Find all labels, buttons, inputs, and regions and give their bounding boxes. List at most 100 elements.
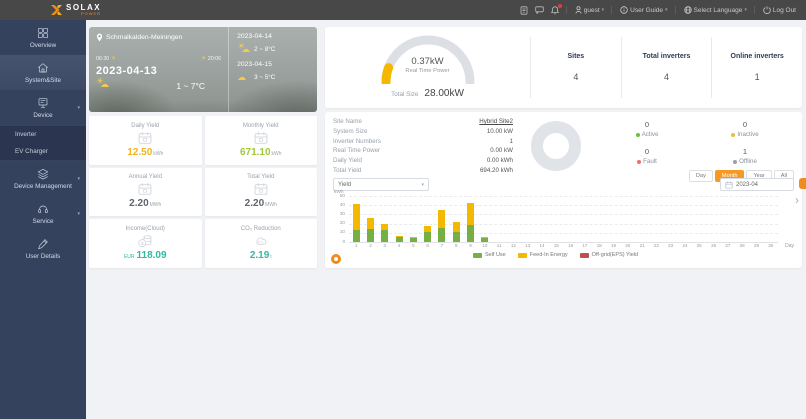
sidebar-subitem-inverter[interactable]: Inverter — [0, 126, 86, 143]
chart-bar-segment — [366, 229, 374, 242]
notification-bell-icon[interactable] — [550, 3, 562, 15]
forecast-temp: 2 ~ 8°C — [254, 45, 276, 53]
sidebar-subitem-ev-charger[interactable]: EV Charger — [0, 143, 86, 160]
chart-action-button[interactable] — [331, 254, 341, 264]
yield-card[interactable]: Total Yield 2.20MWh — [204, 167, 317, 217]
x-axis-tick: 13 — [525, 243, 531, 248]
real-time-power-label: Real Time Power — [405, 68, 450, 74]
x-axis-tick: 17 — [582, 243, 588, 248]
y-axis-tick: 50 — [339, 192, 345, 198]
x-axis-tick: 24 — [682, 243, 688, 248]
fleet-stat-label: Online inverters — [730, 53, 784, 60]
main-content: Schmalkalden-Meiningen 06:30 ☀ ☀ 20:06 2… — [86, 20, 806, 419]
yield-card-unit: MWh — [265, 202, 277, 209]
chart-bar[interactable] — [395, 235, 403, 242]
chart-bar-segment — [452, 221, 460, 232]
chart-bar[interactable] — [481, 237, 489, 242]
sidebar-item-system-site[interactable]: System&Site — [0, 55, 86, 90]
sidebar-item-device-management[interactable]: Device Management ▾ — [0, 161, 86, 196]
status-grid: 0 Active 0 Inactive 0 Fault 1 Offline — [598, 117, 794, 165]
solax-x-icon — [51, 5, 62, 15]
status-label: Offline — [739, 158, 757, 165]
chart-bar-slot — [706, 196, 720, 242]
status-donut-chart — [530, 121, 581, 171]
status-dot — [733, 159, 738, 164]
chart-bar[interactable] — [409, 236, 417, 242]
weather-card: Schmalkalden-Meiningen 06:30 ☀ ☀ 20:06 2… — [89, 27, 317, 112]
device-icon — [37, 97, 49, 109]
x-axis-tick: 20 — [625, 243, 631, 248]
yield-card[interactable]: Annual Yield 2.20MWh — [89, 167, 202, 217]
chart-bar-segment — [381, 230, 389, 242]
chart-bar-slot — [406, 196, 420, 242]
yield-card[interactable]: Income(Cloud) $ EUR 118.09 — [89, 219, 202, 268]
user-guide-menu[interactable]: User Guide ▾ — [611, 6, 668, 14]
yield-card-unit: t — [270, 254, 272, 261]
chart-plot-area — [349, 196, 778, 243]
chart-bar[interactable] — [438, 209, 446, 242]
user-details-icon — [37, 238, 49, 250]
x-axis-tick: 16 — [568, 243, 574, 248]
sidebar-item-label: Device — [33, 112, 53, 119]
site-detail-label: Inverter Numbers — [333, 137, 381, 145]
sidebar-item-overview[interactable]: Overview — [0, 20, 86, 55]
forecast-date: 2023-04-14 — [237, 33, 272, 40]
metric-select[interactable]: Yield ▾ — [333, 178, 429, 191]
chart-bar[interactable] — [452, 221, 460, 242]
date-picker[interactable]: 2023-04 — [720, 178, 794, 191]
y-axis-tick: 10 — [339, 229, 345, 235]
yield-card-label: Total Yield — [247, 174, 275, 181]
chart-bar-slot — [749, 196, 763, 242]
notification-badge — [557, 3, 562, 8]
x-axis-tick: 5 — [412, 243, 415, 248]
chart-bar[interactable] — [352, 204, 360, 242]
real-time-power-value: 0.37kW — [411, 56, 444, 67]
chart-bar-segment — [467, 225, 475, 242]
sunrise: 06:30 ☀ — [96, 56, 117, 62]
date-picker-value: 2023-04 — [736, 181, 759, 188]
site-details: Site Name Hybrid Site2 System Size 10.00 kW… — [333, 117, 513, 175]
sidebar-item-service[interactable]: Service ▾ — [0, 196, 86, 231]
power-panel: 0.37kW Real Time Power Total Size 28.00k… — [325, 27, 802, 108]
weather-today-date: 2023-04-13 — [96, 65, 158, 77]
chart-bar[interactable] — [366, 218, 374, 242]
yield-card[interactable]: CO₂ Reduction CO₂ 2.19t — [204, 219, 317, 268]
site-name-link[interactable]: Hybrid Site2 — [479, 118, 513, 125]
document-icon[interactable] — [520, 5, 528, 15]
chart-bar-slot — [420, 196, 434, 242]
yield-card-number: 118.09 — [136, 250, 167, 262]
chart-bar-segment — [352, 230, 360, 242]
sidebar-item-device[interactable]: Device ▾ — [0, 90, 86, 125]
x-axis-tick: 1 — [354, 243, 358, 248]
period-button-day[interactable]: Day — [688, 170, 713, 182]
logout-button[interactable]: Log Out — [753, 6, 796, 14]
chart-bar-slot — [735, 196, 749, 242]
legend-swatch — [517, 252, 527, 258]
real-time-power-gauge: 0.37kW Real Time Power Total Size 28.00k… — [325, 27, 530, 108]
site-donut-wrap — [513, 117, 598, 175]
x-axis-tick: 25 — [696, 243, 702, 248]
status-label-row: Active — [598, 131, 696, 138]
yield-card[interactable]: Daily Yield 12.50kWh — [89, 116, 202, 165]
chevron-down-icon: ▾ — [601, 7, 605, 13]
sunset: ☀ 20:06 — [200, 56, 222, 62]
chart-bar[interactable] — [424, 225, 432, 242]
x-axis-tick: 8 — [454, 243, 458, 248]
yield-cards-grid: Daily Yield 12.50kWh Monthly Yield 671.10kW… — [89, 116, 317, 268]
next-site-arrow[interactable]: › — [795, 194, 799, 206]
x-axis-tick: 10 — [482, 243, 488, 248]
chart-bar[interactable] — [467, 203, 475, 242]
language-menu[interactable]: Select Language ▾ — [674, 6, 747, 14]
globe-icon — [683, 6, 692, 14]
user-menu[interactable]: guest ▾ — [565, 6, 605, 14]
chart-bar-slot — [349, 196, 363, 242]
sidebar-item-user-details[interactable]: User Details — [0, 231, 86, 266]
message-icon[interactable] — [535, 6, 544, 14]
x-axis-tick: 15 — [553, 243, 559, 248]
user-guide-label: User Guide — [630, 6, 664, 14]
chart-legend: Self Use Feed-In Energy Off-grid(EPS) Yiel… — [333, 252, 778, 258]
yield-card[interactable]: Monthly Yield 671.10kWh — [204, 116, 317, 165]
chart-bar[interactable] — [381, 223, 389, 242]
x-axis-tick: 28 — [739, 243, 745, 248]
floating-edge-tab[interactable] — [799, 178, 806, 189]
